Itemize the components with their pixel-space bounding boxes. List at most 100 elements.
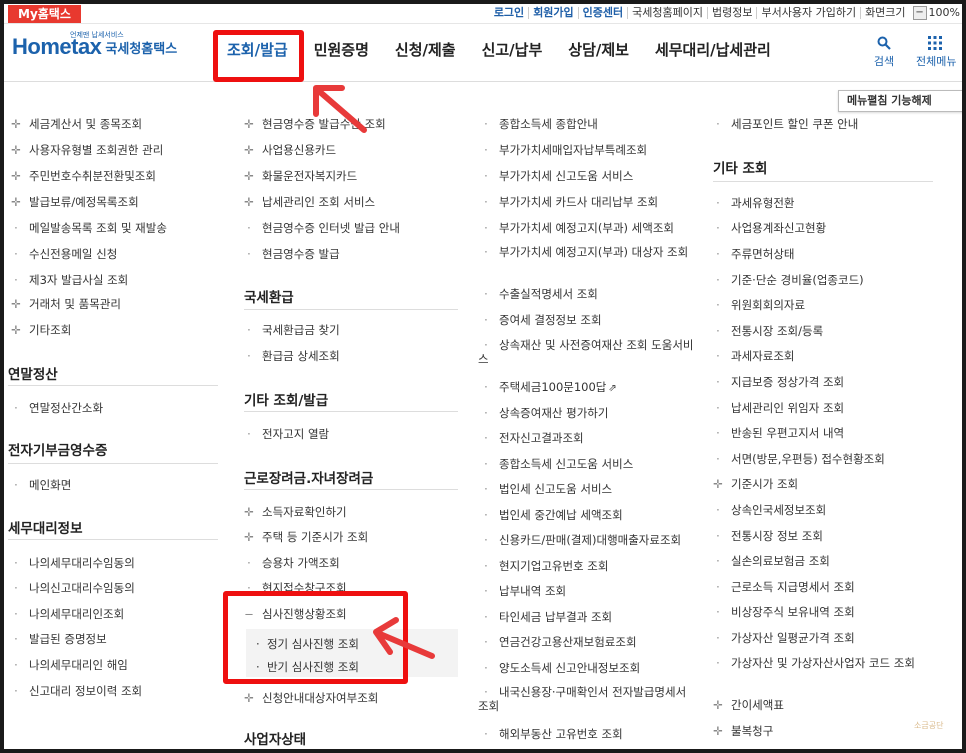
- menu-item[interactable]: · 세금포인트 할인 쿠폰 안내: [710, 117, 858, 131]
- menu-item[interactable]: · 전자고지 열람: [241, 427, 329, 441]
- menu-item[interactable]: · 전자신고결과조회: [478, 431, 583, 445]
- menu-item[interactable]: ✛ 사용자유형별 조회권한 관리: [8, 143, 163, 157]
- menu-item[interactable]: · 메일발송목록 조회 및 재발송: [8, 221, 167, 235]
- menu-item[interactable]: · 메인화면: [8, 478, 71, 492]
- signup-link[interactable]: 회원가입: [528, 7, 577, 19]
- menu-item[interactable]: · 과세자료조회: [710, 349, 794, 363]
- cert-center-link[interactable]: 인증센터: [577, 7, 627, 19]
- plus-icon: ✛: [244, 117, 254, 131]
- menu-item[interactable]: · 발급된 증명정보: [8, 632, 107, 646]
- menu-item[interactable]: · 환급금 상세조회: [241, 349, 340, 363]
- menu-item[interactable]: ✛ 거래처 및 품목관리: [8, 297, 121, 311]
- menu-item[interactable]: · 양도소득세 신고안내정보조회: [478, 661, 640, 675]
- menu-item[interactable]: · 연금건강고용산재보험료조회: [478, 635, 636, 649]
- menu-item[interactable]: · 수출실적명세서 조회: [478, 287, 598, 301]
- menu-item[interactable]: · 부가가치세 신고도움 서비스: [478, 169, 633, 183]
- menu-item[interactable]: · 전통시장 정보 조회: [710, 529, 823, 543]
- menu-item[interactable]: · 부가가치세 예정고지(부과) 대상자 조회: [478, 245, 696, 259]
- menu-item[interactable]: · 타인세금 납부결과 조회: [478, 610, 612, 624]
- menu-item[interactable]: · 나의세무대리수임동의: [8, 556, 135, 570]
- menu-item[interactable]: · 반송된 우편고지서 내역: [710, 426, 844, 440]
- menu-item[interactable]: · 가상자산 및 가상자산사업자 코드 조회: [710, 656, 932, 670]
- menu-item[interactable]: · 증여세 결정정보 조회: [478, 313, 601, 327]
- menu-item[interactable]: · 나의신고대리수임동의: [8, 581, 135, 595]
- menu-item[interactable]: · 실손의료보험금 조회: [710, 554, 830, 568]
- menu-item[interactable]: · 전통시장 조회/등록: [710, 324, 823, 338]
- menu-item[interactable]: · 해외부동산 고유번호 조회: [478, 727, 623, 741]
- menu-item[interactable]: · 근로소득 지급명세서 조회: [710, 580, 855, 594]
- gnb-tax-agent[interactable]: 세무대리/납세관리: [642, 38, 784, 62]
- menu-item[interactable]: ✛ 세금계산서 및 종목조회: [8, 117, 142, 131]
- all-menu-button[interactable]: 전체메뉴: [916, 36, 962, 69]
- menu-item[interactable]: · 상속재산 및 사전증여재산 조회 도움서비스: [478, 338, 696, 366]
- menu-item[interactable]: · 수신전용메일 신청: [8, 247, 117, 261]
- dept-user-signup-link[interactable]: 부서사용자 가입하기: [756, 7, 860, 19]
- menu-item[interactable]: · 위원회회의자료: [710, 298, 805, 312]
- menu-expand-toggle-button[interactable]: 메뉴펼침 기능해제: [838, 90, 962, 112]
- menu-item[interactable]: · 부가가치세 예정고지(부과) 세액조회: [478, 221, 674, 235]
- hometax-logo[interactable]: Hometax 언제맨 납세서비스 국세청홈택스: [12, 31, 177, 60]
- menu-item[interactable]: · 부가가치세 카드사 대리납부 조회: [478, 195, 658, 209]
- section-heading[interactable]: 근로장려금.자녀장려금: [244, 467, 373, 487]
- menu-item[interactable]: · 비상장주식 보유내역 조회: [710, 605, 855, 619]
- menu-item[interactable]: · 국세환급금 찾기: [241, 323, 340, 337]
- law-info-link[interactable]: 법령정보: [707, 7, 756, 19]
- section-heading[interactable]: 세무대리정보: [8, 517, 83, 537]
- menu-item[interactable]: ✛ 화물운전자복지카드: [241, 169, 357, 183]
- menu-item[interactable]: ✛ 기타조회: [8, 323, 71, 337]
- menu-item[interactable]: ✛ 신청안내대상자여부조회: [241, 691, 378, 705]
- menu-item[interactable]: · 상속인국세정보조회: [710, 503, 826, 517]
- menu-item[interactable]: ✛ 불복청구: [710, 724, 773, 738]
- menu-item[interactable]: · 나의세무대리인 해임: [8, 658, 128, 672]
- menu-item[interactable]: · 현지기업고유번호 조회: [478, 559, 608, 573]
- menu-item[interactable]: · 과세유형전환: [710, 196, 794, 210]
- menu-item[interactable]: · 부가가치세매입자납부특례조회: [478, 143, 647, 157]
- menu-item[interactable]: · 사업용계좌신고현황: [710, 221, 826, 235]
- menu-item[interactable]: ✛ 소득자료확인하기: [241, 505, 346, 519]
- gnb-report-pay[interactable]: 신고/납부: [469, 38, 556, 62]
- login-link[interactable]: 로그인: [490, 7, 528, 19]
- menu-item[interactable]: · 법인세 중간예납 세액조회: [478, 508, 623, 522]
- menu-item[interactable]: · 연말정산간소화: [8, 401, 103, 415]
- my-hometax-tab[interactable]: My홈택스: [8, 5, 81, 23]
- gnb-consult-report[interactable]: 상담/제보: [555, 38, 642, 62]
- zoom-out-button[interactable]: −: [912, 6, 927, 20]
- menu-item[interactable]: · 신고대리 정보이력 조회: [8, 684, 142, 698]
- nts-homepage-link[interactable]: 국세청홈페이지: [627, 7, 707, 19]
- menu-item[interactable]: ✛ 기준시가 조회: [710, 477, 798, 491]
- menu-item[interactable]: · 기준·단순 경비율(업종코드): [710, 273, 864, 287]
- section-heading[interactable]: 기타 조회/발급: [244, 389, 328, 409]
- menu-item[interactable]: · 납세관리인 위임자 조회: [710, 401, 844, 415]
- menu-item[interactable]: ✛ 간이세액표: [710, 698, 784, 712]
- menu-item[interactable]: ✛ 발급보류/예정목록조회: [8, 195, 139, 209]
- menu-item[interactable]: ✛ 주택 등 기준시가 조회: [241, 530, 368, 544]
- menu-item[interactable]: · 나의세무대리인조회: [8, 607, 124, 621]
- menu-item[interactable]: · 주택세금100문100답 ⇗: [478, 380, 617, 396]
- menu-item[interactable]: · 현금영수증 발급: [241, 247, 340, 261]
- menu-item[interactable]: · 종합소득세 종합안내: [478, 117, 598, 131]
- search-button[interactable]: 검색: [870, 36, 898, 69]
- section-heading[interactable]: 국세환급: [244, 286, 294, 306]
- menu-item[interactable]: · 신용카드/판매(결제)대행매출자료조회: [478, 533, 681, 547]
- gnb-apply-submit[interactable]: 신청/제출: [382, 38, 469, 62]
- menu-item[interactable]: ✛ 주민번호수취분전환및조회: [8, 169, 156, 183]
- section-heading[interactable]: 사업자상태: [244, 728, 306, 748]
- menu-item[interactable]: · 납부내역 조회: [478, 584, 566, 598]
- gnb-certificates[interactable]: 민원증명: [301, 38, 382, 62]
- menu-item[interactable]: · 현금영수증 인터넷 발급 안내: [241, 221, 400, 235]
- menu-item[interactable]: ✛ 납세관리인 조회 서비스: [241, 195, 375, 209]
- section-heading[interactable]: 전자기부금영수증: [8, 439, 107, 459]
- menu-item[interactable]: · 상속증여재산 평가하기: [478, 406, 608, 420]
- menu-item[interactable]: · 지급보증 정상가격 조회: [710, 375, 844, 389]
- section-heading[interactable]: 연말정산: [8, 363, 58, 383]
- menu-item[interactable]: · 승용차 가액조회: [241, 556, 340, 570]
- menu-item[interactable]: · 주류면허상태: [710, 247, 794, 261]
- menu-item[interactable]: · 제3자 발급사실 조회: [8, 273, 128, 287]
- menu-item[interactable]: · 법인세 신고도움 서비스: [478, 482, 612, 496]
- menu-item[interactable]: · 종합소득세 신고도움 서비스: [478, 457, 633, 471]
- menu-item[interactable]: · 가상자산 일평균가격 조회: [710, 631, 855, 645]
- menu-item[interactable]: · 서면(방문,우편등) 접수현황조회: [710, 452, 885, 466]
- menu-item[interactable]: · 내국신용장·구매확인서 전자발급명세서 조회: [478, 685, 696, 713]
- section-heading[interactable]: 기타 조회: [713, 157, 767, 177]
- menu-item[interactable]: ✛ 사업용신용카드: [241, 143, 336, 157]
